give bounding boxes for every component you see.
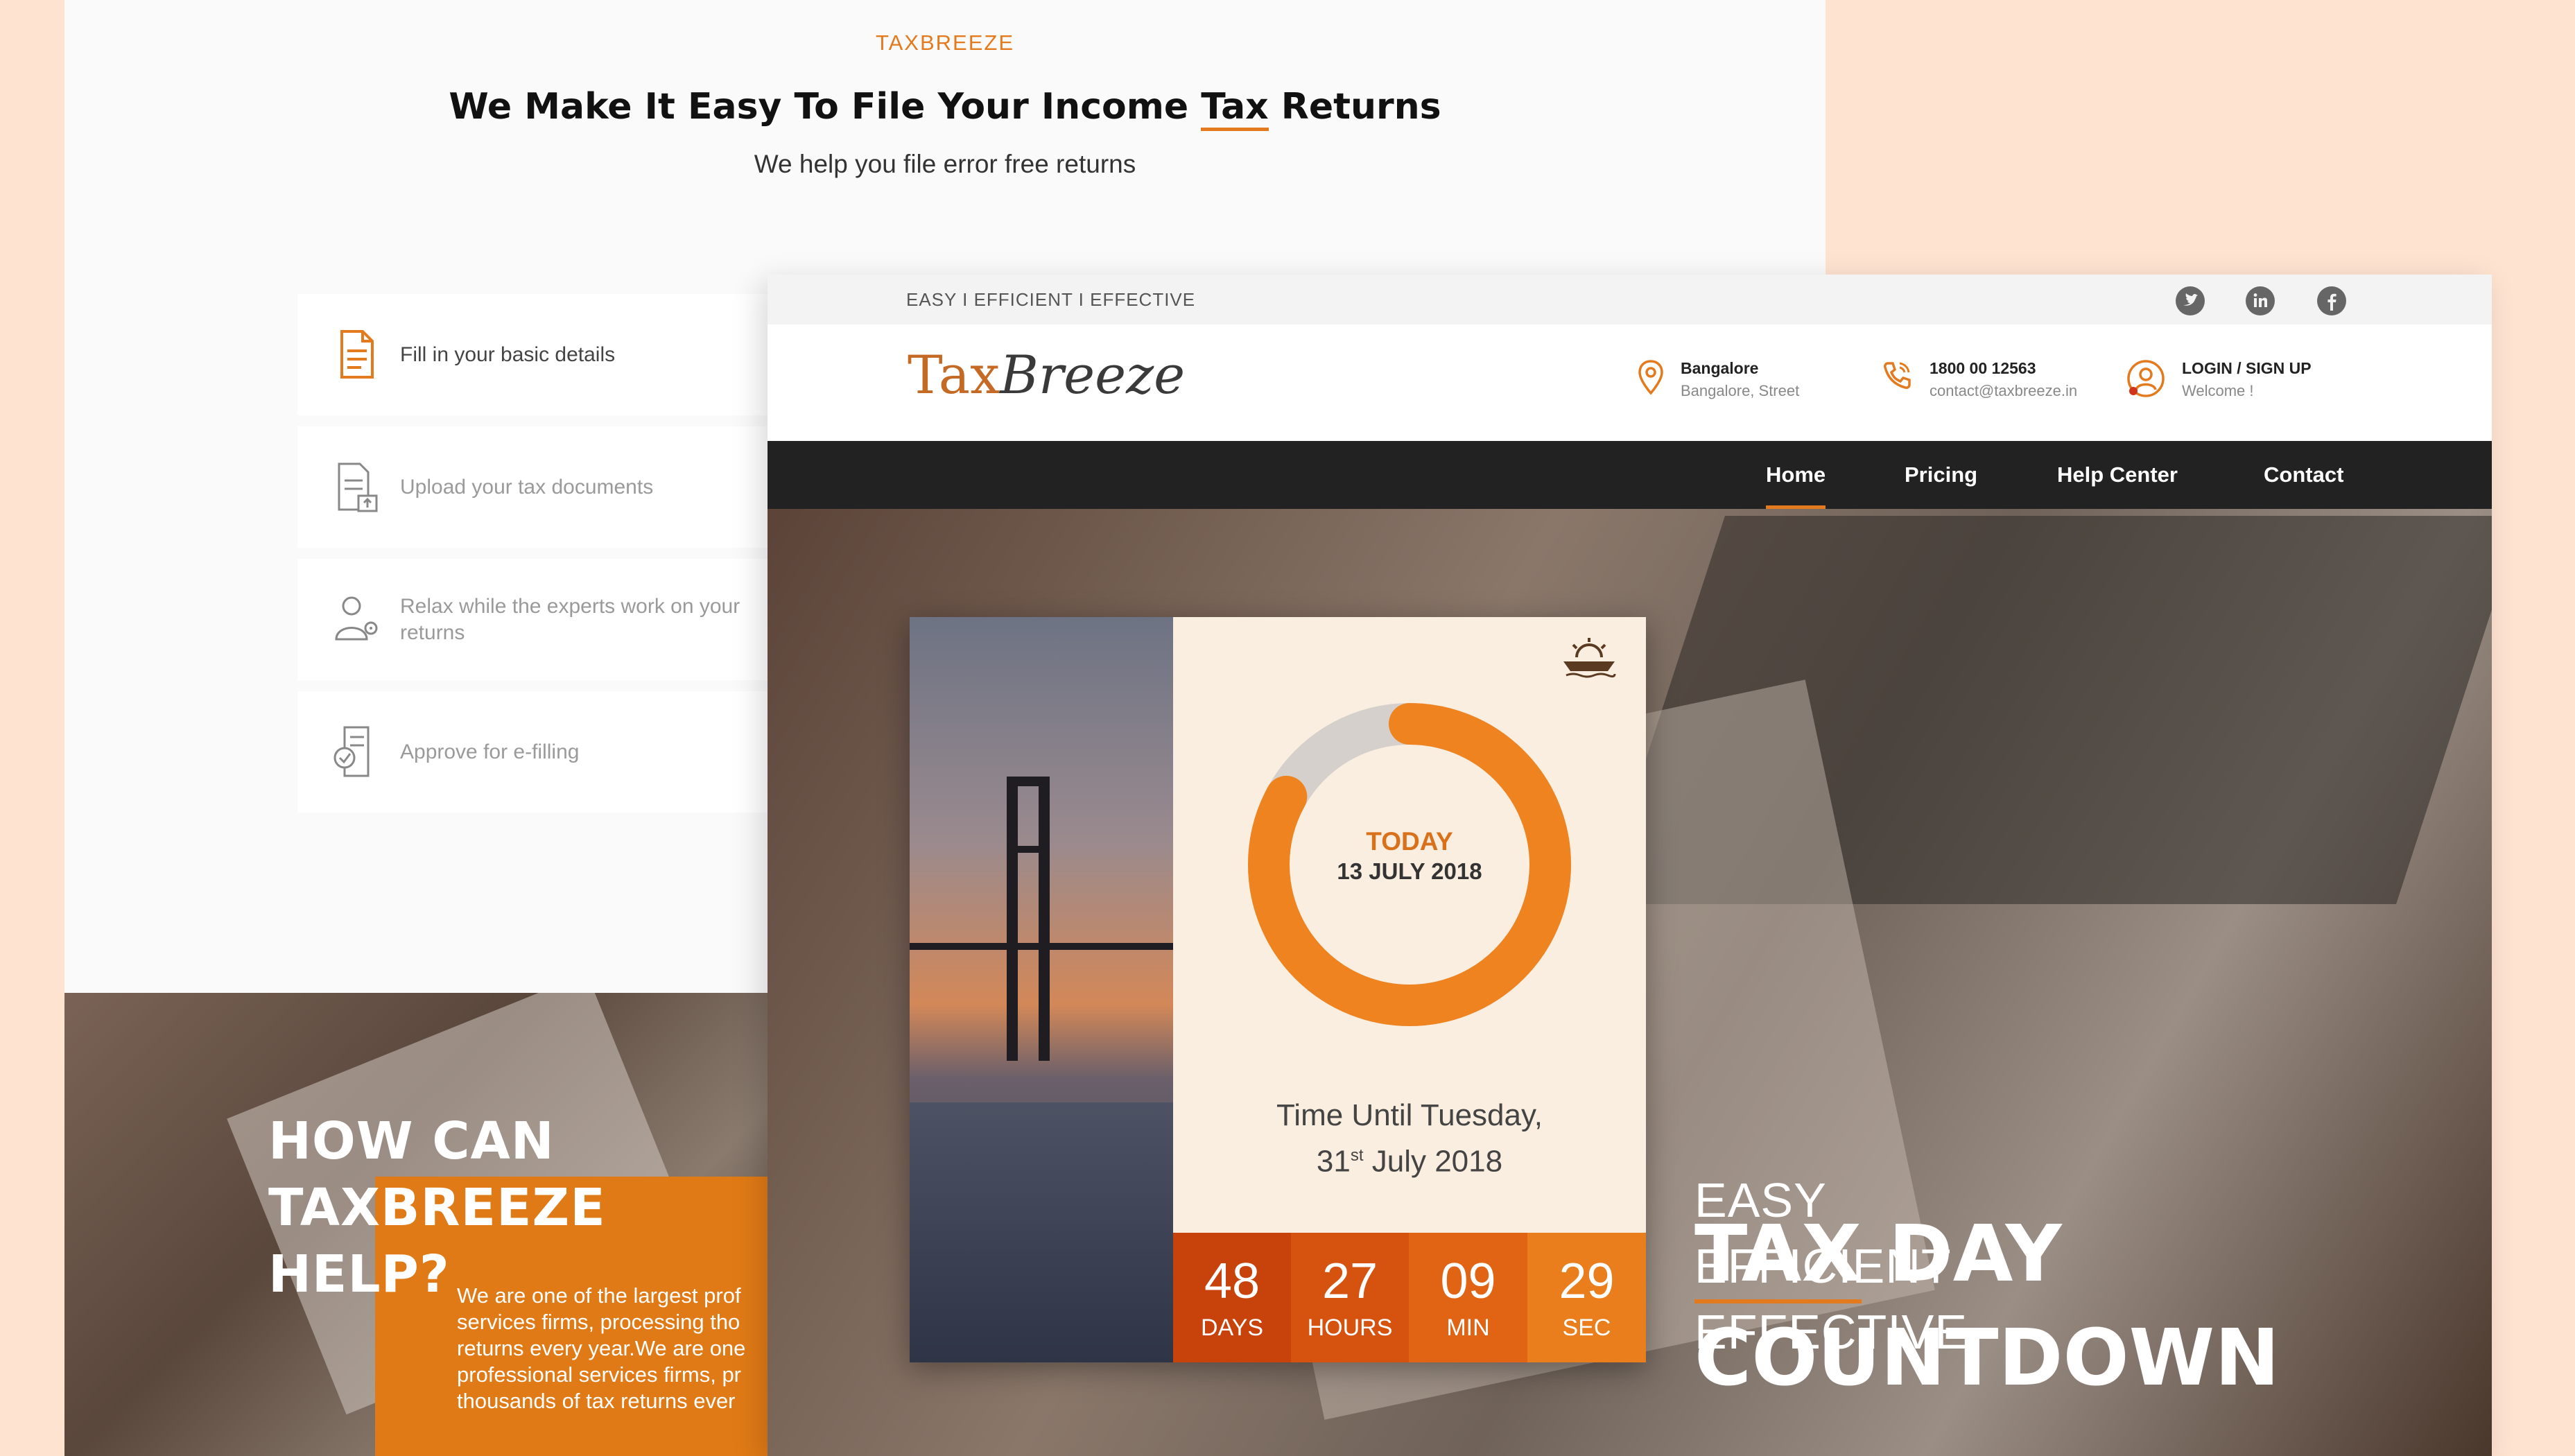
step-label: Fill in your basic details: [400, 343, 616, 366]
until-month-year: July 2018: [1363, 1144, 1503, 1179]
until-day-suffix: st: [1350, 1146, 1364, 1165]
countdown-hours: 27 HOURS: [1291, 1233, 1409, 1362]
bridge-tower-left: [1007, 777, 1018, 1061]
twitter-icon[interactable]: [2175, 286, 2205, 316]
title-part-2: Returns: [1268, 86, 1441, 128]
location-info: Bangalore Bangalore, Street: [1638, 359, 1799, 400]
bridge-tower-top: [1007, 777, 1050, 786]
user-icon: [2127, 360, 2165, 397]
help-text-line: services firms, processing tho: [457, 1310, 740, 1334]
help-title-line: HOW CAN: [268, 1111, 555, 1171]
step-item-approve-efiling[interactable]: Approve for e-filling: [297, 691, 824, 813]
contact-email[interactable]: contact@taxbreeze.in: [1930, 382, 2077, 400]
help-text-line: thousands of tax returns ever: [457, 1389, 736, 1413]
today-date: 13 JULY 2018: [1337, 858, 1482, 884]
nav-item-pricing[interactable]: Pricing: [1905, 441, 1977, 509]
tagline: EASY I EFFICIENT I EFFECTIVE: [906, 289, 1196, 310]
location-title: Bangalore: [1681, 359, 1759, 377]
step-item-upload-documents[interactable]: Upload your tax documents: [297, 426, 824, 548]
countdown-days: 48 DAYS: [1173, 1233, 1291, 1362]
countdown-value: 29: [1559, 1254, 1615, 1309]
nav-item-contact[interactable]: Contact: [2264, 441, 2343, 509]
until-day: 31: [1316, 1144, 1351, 1179]
logo-part-breeze: Breeze: [999, 344, 1186, 406]
phone-number[interactable]: 1800 00 12563: [1930, 359, 2077, 378]
logo-part-tax: Tax: [908, 344, 1000, 406]
login-signup-link[interactable]: LOGIN / SIGN UP: [2182, 359, 2312, 378]
until-line-2: 31st July 2018: [1173, 1136, 1646, 1182]
help-text-line: professional services firms, pr: [457, 1362, 742, 1387]
countdown-unit: MIN: [1446, 1315, 1490, 1341]
help-description: We are one of the largest prof services …: [457, 1283, 769, 1414]
countdown-unit: DAYS: [1200, 1315, 1264, 1341]
expert-icon: [335, 596, 378, 641]
top-bar: EASY I EFFICIENT I EFFECTIVE: [768, 275, 2492, 324]
headline-line-2: COUNTDOWN: [1694, 1313, 2280, 1403]
countdown-seconds: 29 SEC: [1527, 1233, 1646, 1362]
back-brand-label: TAXBREEZE: [875, 31, 1015, 55]
title-part-1: We Make It Easy To File Your Income: [449, 86, 1202, 128]
headline-tax: TAX: [1694, 1209, 1862, 1303]
countdown-panel: TODAY 13 JULY 2018 Time Until Tuesday, 3…: [1173, 617, 1646, 1362]
site-logo[interactable]: TaxBreeze: [908, 344, 1185, 406]
help-title: HOW CAN TAXBREEZE HELP?: [268, 1108, 606, 1308]
headline-day: DAY: [1861, 1209, 2062, 1299]
help-section: HOW CAN TAXBREEZE HELP? We are one of th…: [64, 993, 769, 1456]
back-page-subtitle: We help you file error free returns: [754, 150, 1136, 178]
step-label: Approve for e-filling: [400, 740, 580, 763]
step-label: Upload your tax documents: [400, 475, 654, 499]
countdown-minutes: 09 MIN: [1409, 1233, 1527, 1362]
upload-document-icon: [338, 462, 378, 512]
title-highlight: Tax: [1201, 86, 1269, 131]
step-item-experts-work[interactable]: Relax while the experts work on your ret…: [297, 559, 824, 680]
hero-section: TODAY 13 JULY 2018 Time Until Tuesday, 3…: [768, 509, 2492, 1456]
countdown-unit: SEC: [1562, 1315, 1611, 1341]
bridge-tower-beam: [1007, 846, 1050, 853]
bridge-deck: [910, 943, 1173, 950]
login-info[interactable]: LOGIN / SIGN UP Welcome !: [2126, 359, 2312, 400]
nav-item-help-center[interactable]: Help Center: [2057, 441, 2178, 509]
welcome-text: Welcome !: [2182, 382, 2254, 399]
nav-item-home[interactable]: Home: [1766, 441, 1826, 509]
headline-line-1: TAX DAY: [1694, 1202, 2280, 1306]
countdown-value: 48: [1204, 1254, 1260, 1309]
countdown-value: 27: [1321, 1254, 1378, 1309]
step-item-basic-details[interactable]: Fill in your basic details: [297, 294, 824, 415]
help-text-line: We are one of the largest prof: [457, 1283, 741, 1308]
countdown-card: TODAY 13 JULY 2018 Time Until Tuesday, 3…: [910, 617, 1646, 1362]
photo-water: [910, 1102, 1173, 1362]
sun-boat-icon: [1563, 638, 1616, 678]
bridge-photo: [910, 617, 1173, 1362]
help-text-line: returns every year.We are one: [457, 1336, 746, 1360]
today-label: TODAY: [1366, 827, 1453, 856]
step-label: Relax while the experts work on your ret…: [400, 594, 740, 644]
approve-document-icon: [333, 726, 370, 777]
main-navbar: Home Pricing Help Center Contact: [768, 441, 2492, 509]
linkedin-icon[interactable]: [2245, 286, 2275, 316]
countdown-value: 09: [1440, 1254, 1496, 1309]
front-page: EASY I EFFICIENT I EFFECTIVE TaxBreeze B…: [768, 275, 2492, 1456]
until-line-1: Time Until Tuesday,: [1276, 1098, 1543, 1132]
location-pin-icon: [1638, 360, 1663, 395]
location-subtitle: Bangalore, Street: [1681, 382, 1800, 399]
facebook-icon[interactable]: [2316, 286, 2347, 316]
time-until-text: Time Until Tuesday, 31st July 2018: [1173, 1095, 1646, 1182]
document-icon: [340, 330, 374, 379]
phone-icon: [1884, 362, 1911, 389]
hero-headline: TAX DAY COUNTDOWN: [1694, 1202, 2280, 1410]
countdown-unit: HOURS: [1307, 1315, 1393, 1341]
help-title-line: TAXBREEZE: [268, 1178, 606, 1238]
phone-info: 1800 00 12563 contact@taxbreeze.in: [1881, 359, 2077, 400]
back-page-title: We Make It Easy To File Your Income Tax …: [64, 86, 1826, 131]
bridge-tower-right: [1039, 777, 1050, 1061]
